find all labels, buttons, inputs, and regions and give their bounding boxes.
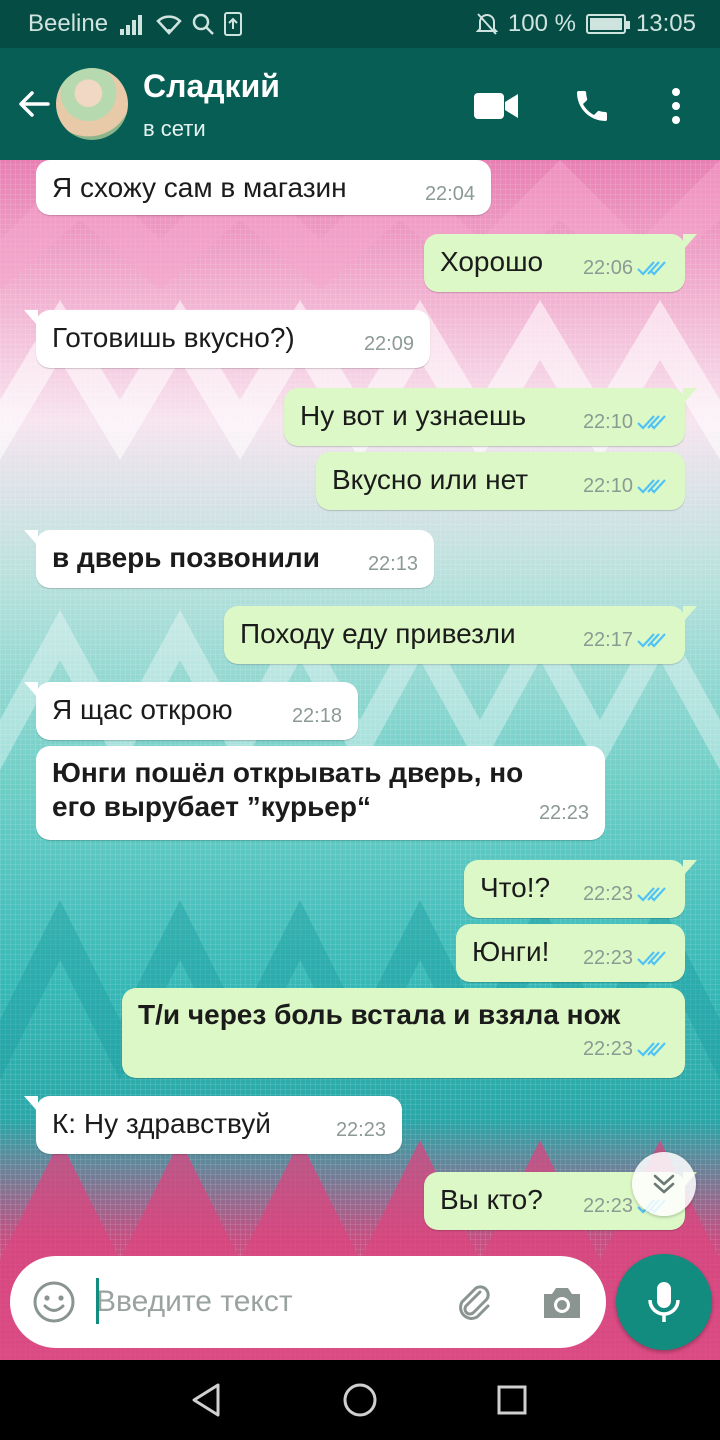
message-text: Походу еду привезли [240, 618, 516, 649]
upload-icon [224, 12, 242, 36]
square-recents-icon [497, 1385, 527, 1415]
read-ticks-icon [637, 951, 666, 966]
message-text: Т/и через боль встала и взяла нож [138, 999, 621, 1030]
text-cursor [96, 1278, 99, 1324]
message-time: 22:10 [582, 411, 633, 433]
message-input[interactable] [96, 1274, 436, 1330]
message-text: Юнги пошёл открывать дверь, но [52, 757, 524, 788]
message-text: К: Ну здравствуй [52, 1108, 271, 1139]
message-composer [10, 1256, 606, 1348]
clock: 13:05 [635, 10, 696, 37]
message-bubble-outgoing[interactable]: Хорошо 22:06 [424, 234, 697, 292]
message-time: 22:18 [291, 705, 342, 727]
mute-bell-icon [475, 13, 498, 35]
message-time: 22:04 [424, 183, 475, 205]
message-time: 22:23 [582, 1195, 633, 1217]
attach-button[interactable] [450, 1278, 498, 1326]
arrow-back-icon [19, 91, 50, 117]
circle-home-icon [343, 1383, 377, 1417]
message-text: Что!? [480, 872, 551, 903]
battery-icon [585, 14, 630, 34]
read-ticks-icon [637, 261, 666, 276]
contact-name[interactable]: Сладкий [143, 68, 280, 105]
message-bubble-incoming[interactable]: Я щас открою 22:18 [24, 682, 358, 740]
wifi-icon [156, 15, 182, 35]
message-bubble-outgoing[interactable]: Что!? 22:23 [464, 860, 697, 918]
read-ticks-icon [637, 479, 666, 494]
message-bubble-outgoing[interactable]: Юнги! 22:23 [456, 924, 685, 982]
message-text: Я схожу сам в магазин [52, 172, 347, 203]
voice-record-button[interactable] [616, 1254, 712, 1350]
message-time: 22:17 [582, 629, 633, 651]
battery-percent: 100 % [507, 10, 576, 37]
message-bubble-incoming[interactable]: Юнги пошёл открывать дверь, но его выруб… [36, 746, 605, 840]
nav-recents-button[interactable] [492, 1380, 532, 1420]
message-text: Ну вот и узнаешь [300, 400, 527, 431]
more-vert-icon [672, 88, 680, 124]
message-time: 22:23 [538, 802, 589, 824]
message-text: Вкусно или нет [332, 464, 529, 495]
triangle-back-icon [192, 1383, 220, 1417]
chat-area[interactable]: Я схожу сам в магазин 22:04 Хорошо 22:06… [0, 160, 720, 1360]
message-bubble-outgoing[interactable]: Т/и через боль встала и взяла нож 22:23 [122, 988, 685, 1078]
avatar[interactable] [56, 68, 128, 140]
message-text: Готовишь вкусно?) [52, 322, 295, 353]
message-time: 22:13 [367, 553, 418, 575]
video-call-icon [474, 93, 518, 119]
scroll-to-bottom-button[interactable] [632, 1152, 696, 1216]
message-text: Вы кто? [440, 1184, 543, 1215]
more-options-button[interactable] [652, 82, 700, 130]
contact-status: в сети [143, 116, 206, 141]
signal-icon [120, 15, 142, 35]
emoji-button[interactable] [30, 1278, 78, 1326]
phone-icon [577, 91, 607, 121]
message-time: 22:23 [582, 883, 633, 905]
camera-icon [544, 1288, 580, 1318]
back-button[interactable] [14, 84, 54, 124]
message-time: 22:23 [582, 947, 633, 969]
message-time: 22:09 [363, 333, 414, 355]
double-chevron-down-icon [653, 1174, 675, 1194]
message-time: 22:10 [582, 475, 633, 497]
message-text: Я щас открою [52, 694, 233, 725]
message-text: в дверь позвонили [52, 542, 320, 573]
voice-call-button[interactable] [568, 82, 616, 130]
nav-home-button[interactable] [340, 1380, 380, 1420]
system-nav-bar [0, 1360, 720, 1440]
message-bubble-incoming[interactable]: Готовишь вкусно?) 22:09 [24, 310, 430, 368]
message-bubble-incoming[interactable]: Я схожу сам в магазин 22:04 [36, 160, 491, 215]
message-bubble-outgoing[interactable]: Вкусно или нет 22:10 [316, 452, 685, 510]
message-text: его вырубает ”курьер“ [52, 791, 371, 822]
mic-icon [648, 1282, 680, 1322]
nav-back-button[interactable] [186, 1380, 226, 1420]
message-time: 22:23 [335, 1119, 386, 1141]
camera-button[interactable] [538, 1278, 586, 1326]
read-ticks-icon [637, 633, 666, 648]
message-text: Юнги! [472, 936, 550, 967]
message-bubble-outgoing[interactable]: Походу еду привезли 22:17 [224, 606, 697, 664]
message-bubble-incoming[interactable]: К: Ну здравствуй 22:23 [24, 1096, 402, 1154]
search-icon [192, 13, 214, 35]
video-call-button[interactable] [472, 82, 520, 130]
chat-header: Сладкий в сети [0, 48, 720, 160]
read-ticks-icon [637, 887, 666, 902]
emoji-icon [33, 1281, 75, 1323]
message-bubble-incoming[interactable]: в дверь позвонили 22:13 [24, 530, 434, 588]
read-ticks-icon [637, 415, 666, 430]
message-time: 22:06 [582, 257, 633, 279]
message-text: Хорошо [440, 246, 544, 277]
message-bubble-outgoing[interactable]: Ну вот и узнаешь 22:10 [284, 388, 697, 446]
read-ticks-icon [637, 1042, 666, 1057]
carrier-name: Beeline [28, 10, 109, 37]
status-bar: Beeline 100 % 13:05 [0, 0, 720, 48]
message-time: 22:23 [582, 1038, 633, 1060]
paperclip-icon [459, 1285, 490, 1320]
